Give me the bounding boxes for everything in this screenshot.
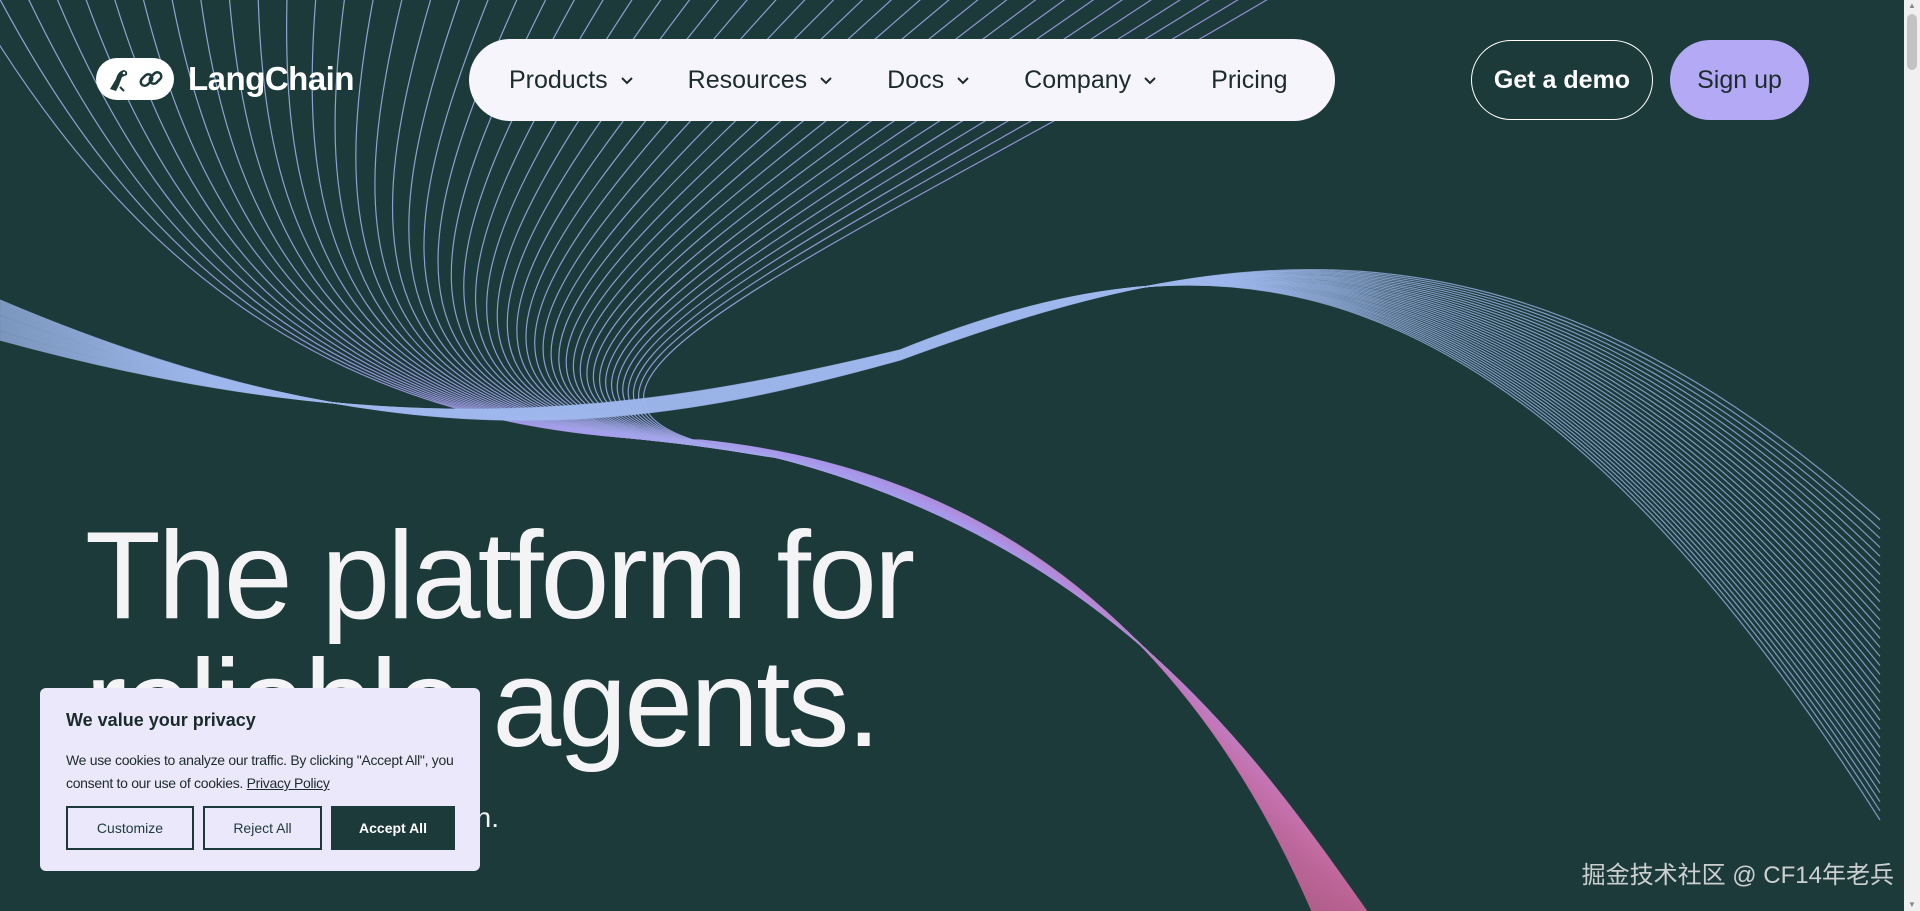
chevron-down-icon	[1144, 77, 1156, 85]
logo[interactable]: LangChain	[96, 58, 355, 100]
customize-button[interactable]: Customize	[66, 806, 194, 850]
scrollbar-thumb[interactable]	[1907, 14, 1917, 70]
cookie-actions: Customize Reject All Accept All	[66, 806, 455, 850]
nav-item-docs[interactable]: Docs	[887, 66, 972, 95]
scroll-up-icon[interactable]: ▲	[1907, 2, 1917, 10]
chevron-down-icon	[620, 77, 633, 85]
reject-all-button[interactable]: Reject All	[203, 806, 322, 850]
nav-item-resources[interactable]: Resources	[688, 66, 836, 95]
privacy-policy-link[interactable]: Privacy Policy	[247, 775, 330, 791]
nav-item-label: Docs	[887, 65, 945, 94]
nav-item-label: Pricing	[1211, 65, 1288, 94]
sign-up-button[interactable]: Sign up	[1670, 40, 1809, 120]
chain-link-icon	[139, 70, 163, 88]
nav-item-company[interactable]: Company	[1024, 66, 1159, 95]
nav-item-label: Products	[509, 65, 608, 94]
brand-name: LangChain	[188, 60, 355, 97]
parrot-icon	[110, 70, 128, 92]
accept-all-button[interactable]: Accept All	[331, 806, 455, 850]
watermark: 掘金技术社区 @ CF14年老兵	[1581, 862, 1894, 889]
chevron-down-icon	[957, 77, 969, 85]
cookie-consent-banner: We value your privacy We use cookies to …	[40, 688, 480, 871]
nav-item-label: Company	[1024, 65, 1132, 94]
scroll-down-icon[interactable]: ▼	[1907, 901, 1917, 909]
nav-item-products[interactable]: Products	[509, 66, 636, 95]
cookie-body: We use cookies to analyze our traffic. B…	[66, 749, 454, 795]
logo-badge	[96, 58, 174, 100]
main-nav: Products Resources Docs Company Pricing	[469, 39, 1335, 121]
get-demo-button[interactable]: Get a demo	[1471, 40, 1653, 120]
scrollbar[interactable]: ▲ ▼	[1904, 0, 1920, 911]
nav-item-label: Resources	[687, 65, 808, 94]
cookie-title: We value your privacy	[66, 710, 256, 730]
chevron-down-icon	[820, 77, 832, 85]
nav-item-pricing[interactable]: Pricing	[1211, 66, 1287, 95]
